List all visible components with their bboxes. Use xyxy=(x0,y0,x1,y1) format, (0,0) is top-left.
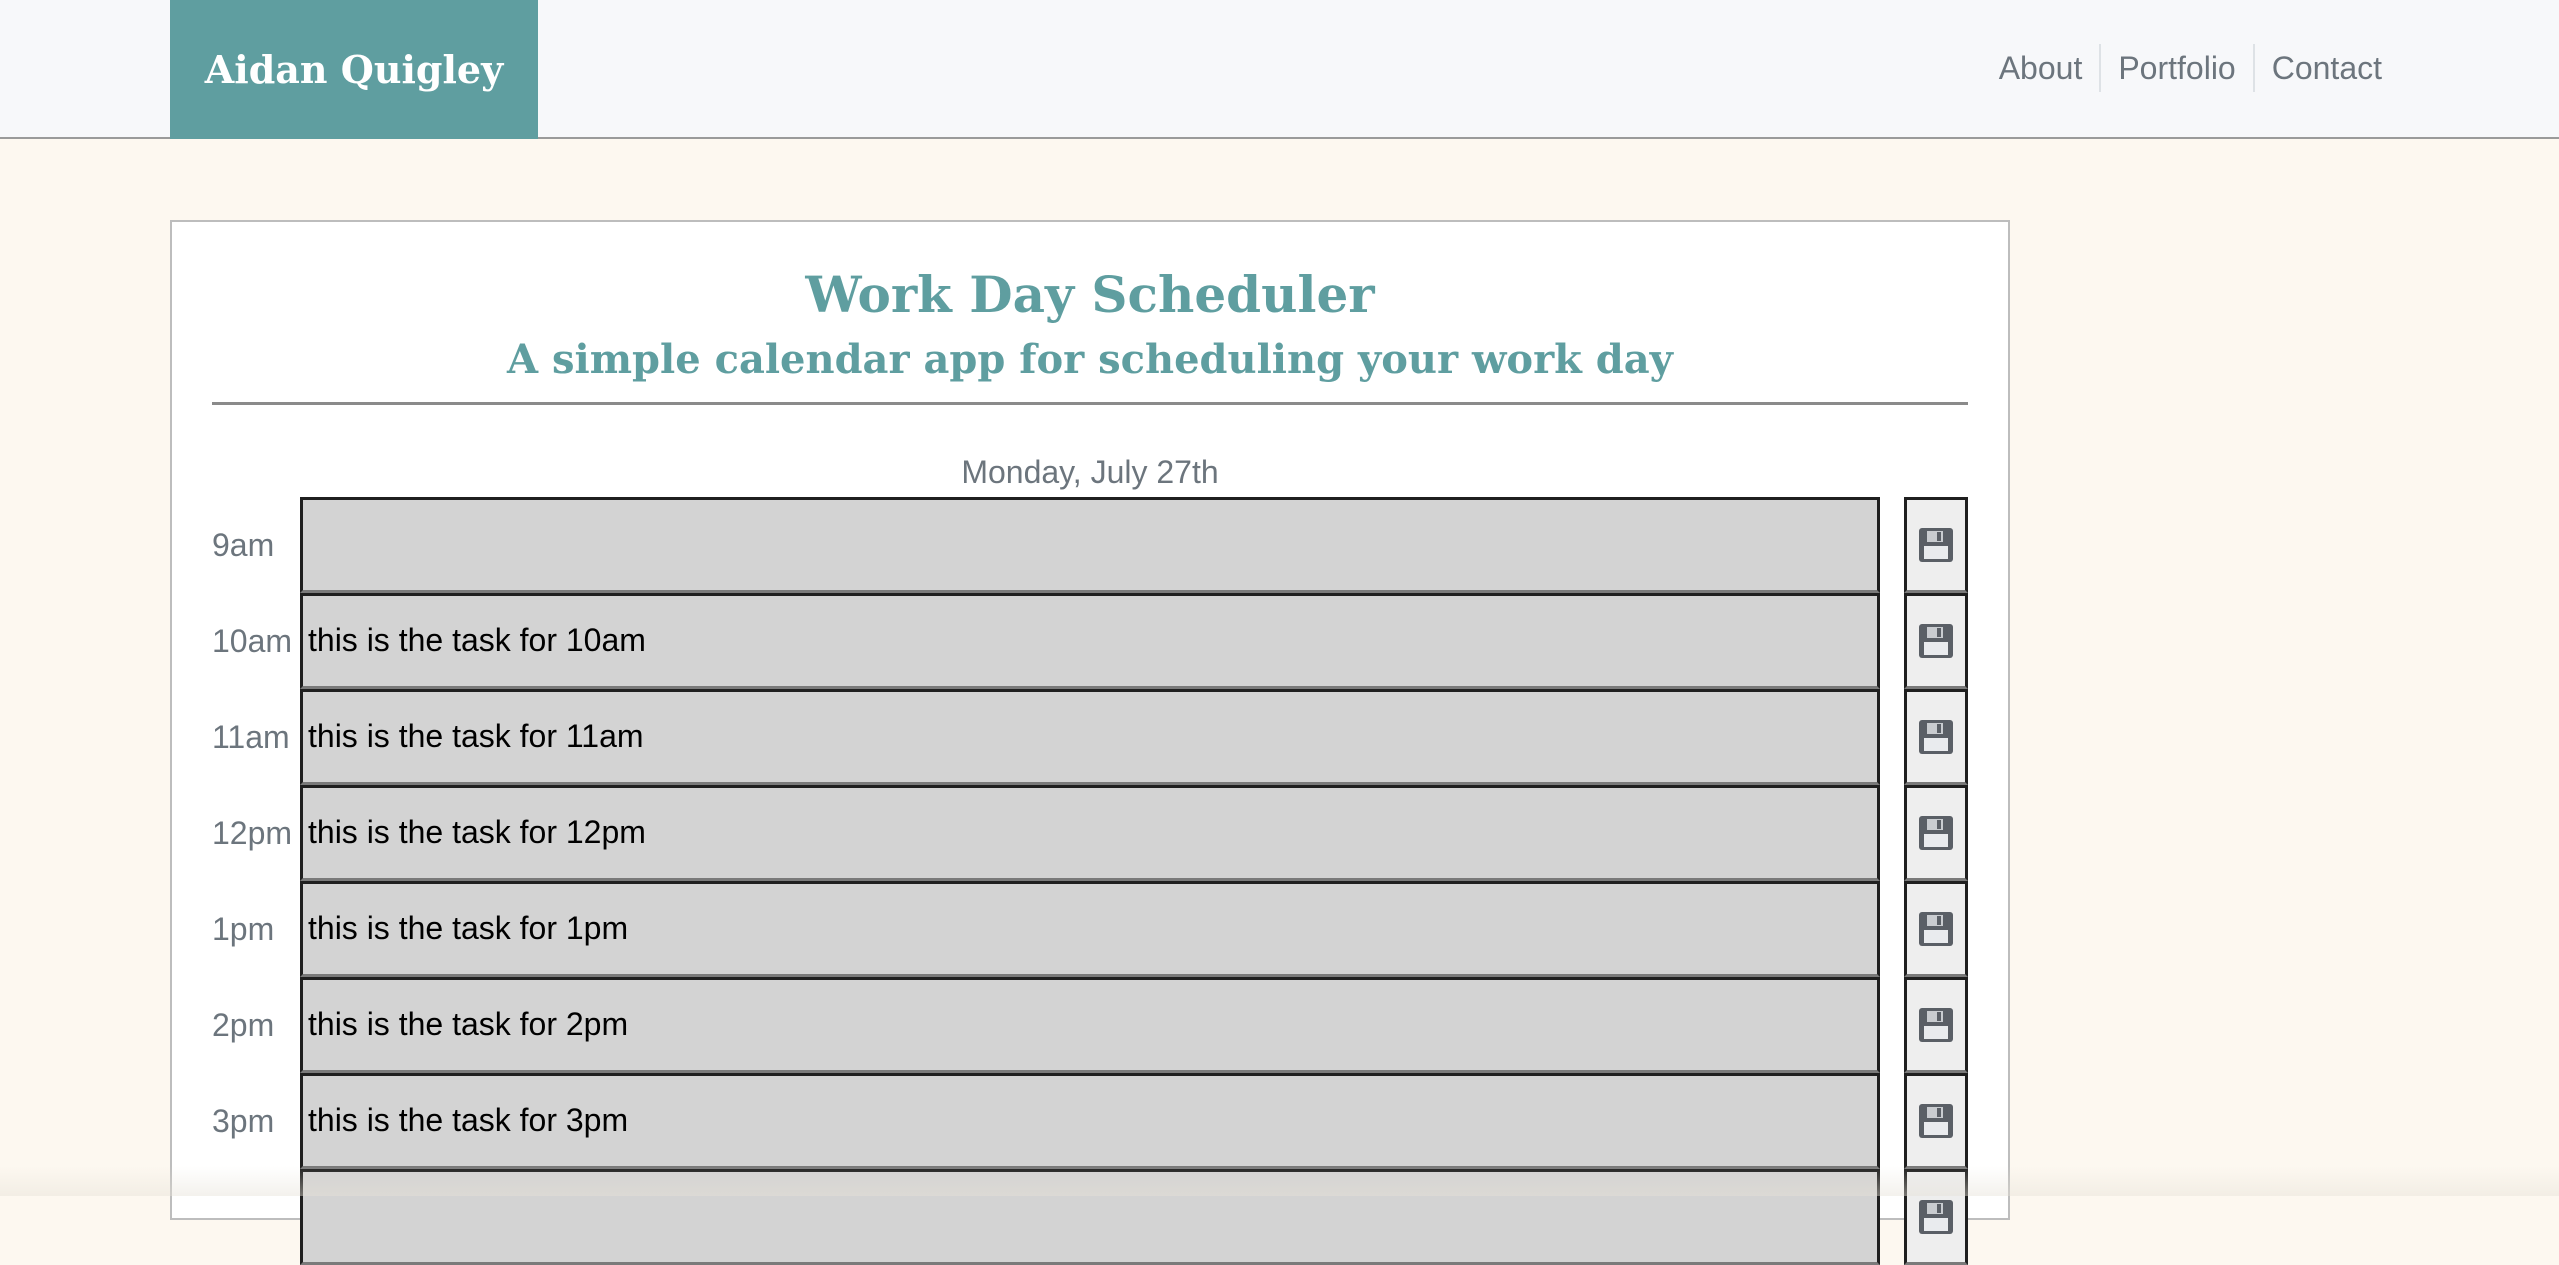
floppy-shutter xyxy=(1927,1107,1943,1118)
nav-link-about[interactable]: About xyxy=(1982,44,2100,92)
floppy-label xyxy=(1924,930,1948,943)
top-navbar: Aidan Quigley About Portfolio Contact xyxy=(0,0,2559,139)
time-block-row: 11am this is the task for 11am xyxy=(212,689,1972,785)
hour-label: 9am xyxy=(212,527,275,563)
floppy-disk-icon xyxy=(1919,1200,1953,1234)
title-divider xyxy=(212,402,1968,405)
page-title: Work Day Scheduler xyxy=(805,265,1375,324)
task-input[interactable]: this is the task for 11am xyxy=(300,689,1880,785)
floppy-label xyxy=(1924,546,1948,559)
floppy-disk-icon xyxy=(1919,528,1953,562)
task-input[interactable] xyxy=(300,497,1880,593)
floppy-shutter xyxy=(1927,1011,1943,1022)
nav-link-portfolio[interactable]: Portfolio xyxy=(2099,44,2252,92)
floppy-disk-icon xyxy=(1919,624,1953,658)
floppy-disk-icon xyxy=(1919,720,1953,754)
nav-links: About Portfolio Contact xyxy=(1982,44,2399,92)
page-subtitle: A simple calendar app for scheduling you… xyxy=(507,336,1673,383)
scheduler-card: Work Day Scheduler A simple calendar app… xyxy=(170,220,2010,1265)
task-input[interactable]: this is the task for 1pm xyxy=(300,881,1880,977)
current-date: Monday, July 27th xyxy=(961,454,1219,490)
floppy-label xyxy=(1924,642,1948,655)
hour-label: 2pm xyxy=(212,1007,275,1043)
time-block-row: 1pm this is the task for 1pm xyxy=(212,881,1972,977)
floppy-label xyxy=(1924,738,1948,751)
task-input[interactable] xyxy=(300,1169,1880,1265)
task-input[interactable]: this is the task for 2pm xyxy=(300,977,1880,1073)
time-block-row xyxy=(212,1169,1972,1265)
floppy-shutter xyxy=(1927,915,1943,926)
floppy-label xyxy=(1924,1122,1948,1135)
floppy-disk-icon xyxy=(1919,816,1953,850)
floppy-shutter xyxy=(1927,531,1943,542)
floppy-disk-icon xyxy=(1919,1104,1953,1138)
task-input[interactable]: this is the task for 12pm xyxy=(300,785,1880,881)
time-block-row: 10am this is the task for 10am xyxy=(212,593,1972,689)
hour-label xyxy=(212,1169,300,1265)
floppy-shutter xyxy=(1927,819,1943,830)
save-button[interactable] xyxy=(1904,977,1968,1073)
floppy-shutter xyxy=(1927,1203,1943,1214)
hour-label: 12pm xyxy=(212,815,293,851)
brand-logo[interactable]: Aidan Quigley xyxy=(170,0,538,139)
save-button[interactable] xyxy=(1904,593,1968,689)
task-input[interactable]: this is the task for 3pm xyxy=(300,1073,1880,1169)
save-button[interactable] xyxy=(1904,1169,1968,1265)
hour-label: 10am xyxy=(212,623,293,659)
task-input[interactable]: this is the task for 10am xyxy=(300,593,1880,689)
save-button[interactable] xyxy=(1904,1073,1968,1169)
floppy-disk-icon xyxy=(1919,1008,1953,1042)
floppy-label xyxy=(1924,1026,1948,1039)
hour-label: 11am xyxy=(212,719,290,755)
save-button[interactable] xyxy=(1904,785,1968,881)
hour-label: 1pm xyxy=(212,911,275,947)
time-block-row: 9am xyxy=(212,497,1972,593)
floppy-shutter xyxy=(1927,627,1943,638)
time-block-row: 2pm this is the task for 2pm xyxy=(212,977,1972,1073)
time-block-row: 12pm this is the task for 12pm xyxy=(212,785,1972,881)
floppy-shutter xyxy=(1927,723,1943,734)
time-block-row: 3pm this is the task for 3pm xyxy=(212,1073,1972,1169)
floppy-disk-icon xyxy=(1919,912,1953,946)
save-button[interactable] xyxy=(1904,689,1968,785)
floppy-label xyxy=(1924,1218,1948,1231)
save-button[interactable] xyxy=(1904,881,1968,977)
save-button[interactable] xyxy=(1904,497,1968,593)
nav-link-contact[interactable]: Contact xyxy=(2252,44,2399,92)
floppy-label xyxy=(1924,834,1948,847)
hour-label: 3pm xyxy=(212,1103,275,1139)
